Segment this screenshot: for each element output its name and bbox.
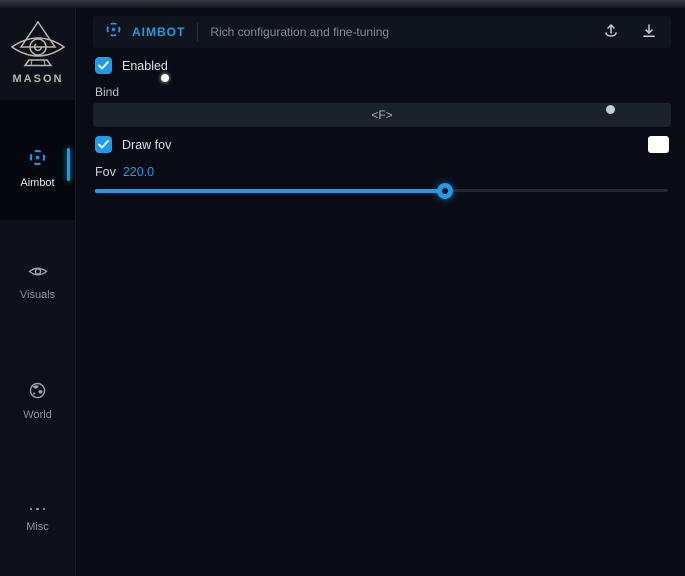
sidebar-item-label: Visuals	[20, 289, 55, 301]
globe-icon	[29, 382, 46, 404]
snow-particle	[606, 105, 615, 114]
crosshair-icon	[28, 148, 47, 172]
sidebar-item-visuals[interactable]: Visuals	[0, 264, 75, 301]
slider-thumb[interactable]	[437, 183, 453, 199]
mason-logo: MASON	[0, 20, 76, 85]
upload-icon	[603, 23, 619, 42]
cheat-menu-window: MASON Aimbot Visuals	[0, 0, 685, 576]
fov-slider[interactable]	[95, 183, 668, 198]
window-top-strip	[0, 0, 685, 8]
sidebar-item-label: World	[23, 409, 52, 421]
snow-particle	[161, 74, 169, 82]
sidebar: MASON Aimbot Visuals	[0, 8, 76, 576]
section-title: AIMBOT	[132, 25, 185, 39]
sidebar-item-aimbot[interactable]: Aimbot	[0, 148, 75, 189]
ellipsis-icon	[30, 502, 46, 516]
header-divider	[197, 23, 198, 41]
draw-fov-row: Draw fov	[95, 136, 171, 153]
enabled-checkbox[interactable]	[95, 57, 112, 74]
slider-fill	[95, 189, 445, 193]
draw-fov-checkbox[interactable]	[95, 136, 112, 153]
crosshair-icon	[105, 21, 122, 43]
all-seeing-eye-icon	[0, 20, 76, 70]
sidebar-item-misc[interactable]: Misc	[0, 502, 75, 533]
section-header: AIMBOT Rich configuration and fine-tunin…	[93, 16, 671, 48]
sidebar-item-world[interactable]: World	[0, 382, 75, 421]
import-config-button[interactable]	[639, 22, 659, 42]
enabled-row: Enabled	[95, 57, 168, 74]
eye-icon	[28, 264, 48, 284]
bind-label: Bind	[95, 85, 119, 99]
draw-fov-label: Draw fov	[122, 138, 171, 152]
sidebar-item-label: Misc	[26, 521, 49, 533]
download-icon	[641, 23, 657, 42]
sidebar-item-label: Aimbot	[20, 177, 54, 189]
fov-label: Fov	[95, 165, 116, 179]
fov-color-swatch[interactable]	[648, 136, 669, 153]
enabled-label: Enabled	[122, 59, 168, 73]
logo-text: MASON	[0, 73, 76, 85]
fov-value-row: Fov 220.0	[95, 165, 154, 179]
export-config-button[interactable]	[601, 22, 621, 42]
section-subtitle: Rich configuration and fine-tuning	[210, 25, 389, 39]
fov-value: 220.0	[123, 165, 154, 179]
bind-key-input[interactable]: <F>	[93, 103, 671, 127]
